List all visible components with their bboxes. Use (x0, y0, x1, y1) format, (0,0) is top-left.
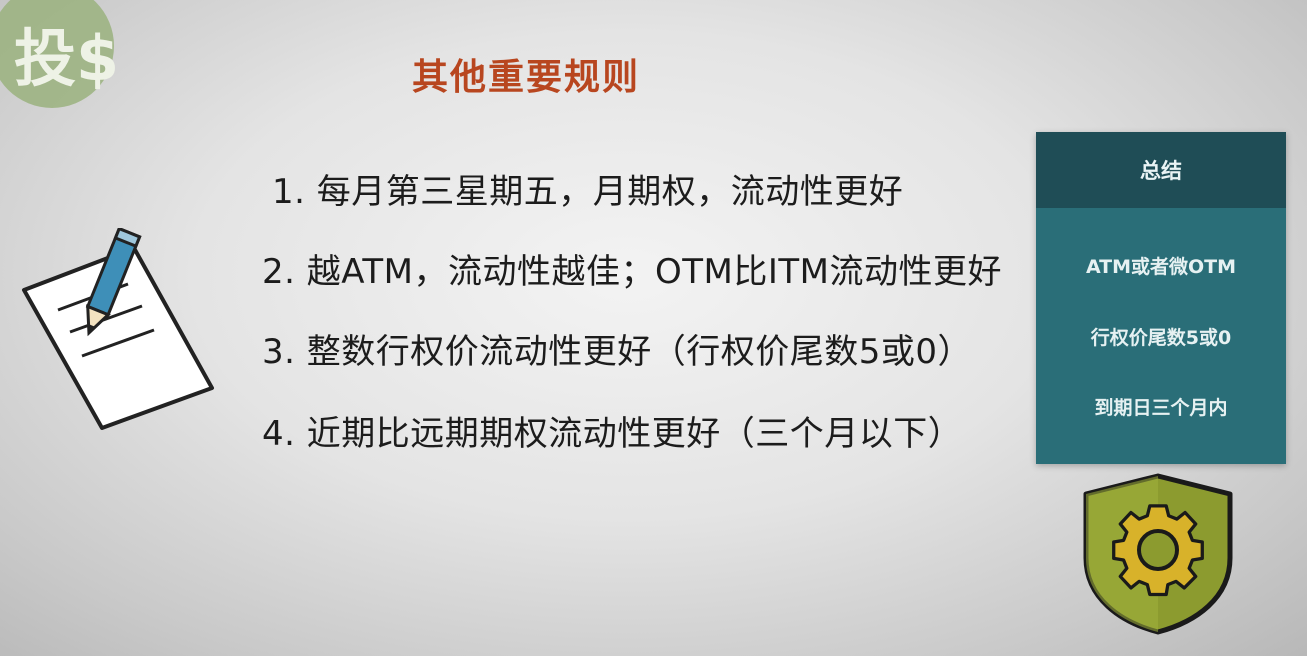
logo-text: 投$ (14, 22, 118, 95)
shield-gear-icon (1078, 472, 1238, 636)
document-pencil-icon (18, 226, 228, 438)
rule-item-2: 2. 越ATM，流动性越佳；OTM比ITM流动性更好 (262, 252, 1002, 292)
summary-item-1: ATM或者微OTM (1085, 256, 1237, 278)
summary-panel: 总结 ATM或者微OTM 行权价尾数5或0 到期日三个月内 (1036, 132, 1286, 464)
logo-icon: 投$ (0, 0, 119, 112)
slide-title: 其他重要规则 (412, 57, 641, 98)
summary-item-2: 行权价尾数5或0 (1090, 327, 1232, 349)
rule-item-4: 4. 近期比远期期权流动性更好（三个月以下） (262, 414, 963, 454)
rule-item-1: 1. 每月第三星期五，月期权，流动性更好 (272, 172, 904, 212)
summary-item-3: 到期日三个月内 (1094, 397, 1228, 419)
summary-header: 总结 (1036, 132, 1286, 208)
rule-item-3: 3. 整数行权价流动性更好（行权价尾数5或0） (262, 332, 973, 372)
